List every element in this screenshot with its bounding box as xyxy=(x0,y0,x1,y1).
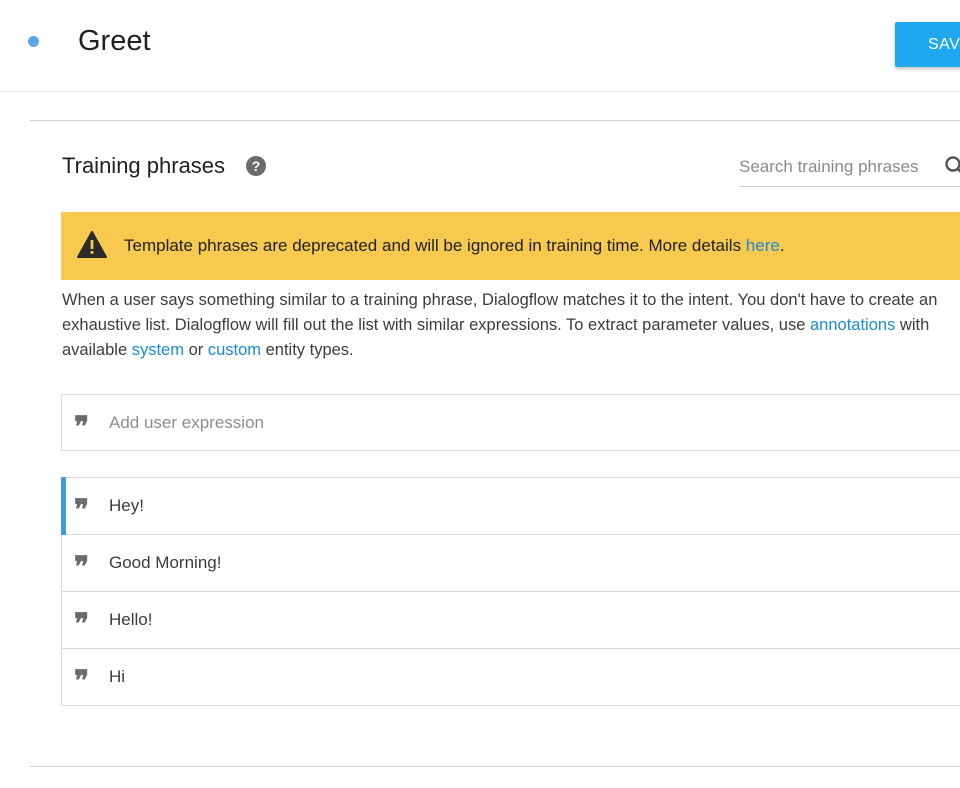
description-text: available xyxy=(62,341,132,359)
description-text: or xyxy=(183,341,208,359)
system-entities-link[interactable]: system xyxy=(132,341,184,359)
quote-icon: ❞ xyxy=(74,493,89,526)
training-phrase-row[interactable]: ❞ Hello! xyxy=(62,592,960,649)
training-phrase-text[interactable]: Good Morning! xyxy=(109,552,221,574)
description-line-3: available system or custom entity types. xyxy=(62,338,960,363)
training-phrases-title: Training phrases xyxy=(62,153,226,178)
save-button[interactable]: SAVE xyxy=(895,22,960,67)
training-phrase-row[interactable]: ❞ Good Morning! xyxy=(62,535,960,592)
training-phrase-text[interactable]: Hello! xyxy=(109,609,152,631)
quote-icon: ❞ xyxy=(74,607,89,640)
description-line-2: exhaustive list. Dialogflow will fill ou… xyxy=(62,313,960,338)
search-icon[interactable] xyxy=(944,155,960,177)
deprecation-warning-banner: Template phrases are deprecated and will… xyxy=(61,212,960,280)
training-phrase-row[interactable]: ❞ Hey! xyxy=(61,477,960,535)
training-phrase-row[interactable]: ❞ Hi xyxy=(62,649,960,706)
question-circle-icon[interactable]: ? xyxy=(246,156,266,176)
warning-text: Template phrases are deprecated and will… xyxy=(124,236,746,255)
training-phrase-text[interactable]: Hi xyxy=(109,666,125,688)
quote-icon: ❞ xyxy=(74,664,89,697)
training-phrases-description: When a user says something similar to a … xyxy=(62,288,960,363)
description-text: entity types. xyxy=(261,341,354,359)
add-user-expression-input[interactable] xyxy=(109,410,809,436)
search-training-phrases-input[interactable] xyxy=(739,154,939,180)
intent-status-dot xyxy=(28,36,39,47)
add-user-expression-row: ❞ xyxy=(61,394,960,451)
intent-title: Greet xyxy=(78,25,151,57)
section-divider xyxy=(30,766,960,767)
intent-editor-page: Greet SAVE Training phrases ? Template p… xyxy=(0,0,960,788)
quote-icon: ❞ xyxy=(74,550,89,583)
description-text: exhaustive list. Dialogflow will fill ou… xyxy=(62,316,810,334)
warning-triangle-icon xyxy=(77,231,107,258)
intent-header: Greet SAVE xyxy=(0,0,960,92)
description-line-1: When a user says something similar to a … xyxy=(62,291,938,309)
description-text: with xyxy=(895,316,930,334)
warning-details-link[interactable]: here xyxy=(746,236,780,255)
training-phrase-text[interactable]: Hey! xyxy=(109,495,144,517)
training-phrase-list: ❞ Hey! ❞ Good Morning! ❞ Hello! ❞ Hi xyxy=(61,477,960,706)
quote-icon: ❞ xyxy=(74,410,89,443)
warning-text-suffix: . xyxy=(779,236,785,255)
training-phrases-search xyxy=(739,150,960,187)
annotations-link[interactable]: annotations xyxy=(810,316,895,334)
warning-message: Template phrases are deprecated and will… xyxy=(124,235,785,257)
section-divider xyxy=(30,120,960,121)
custom-entities-link[interactable]: custom xyxy=(208,341,261,359)
